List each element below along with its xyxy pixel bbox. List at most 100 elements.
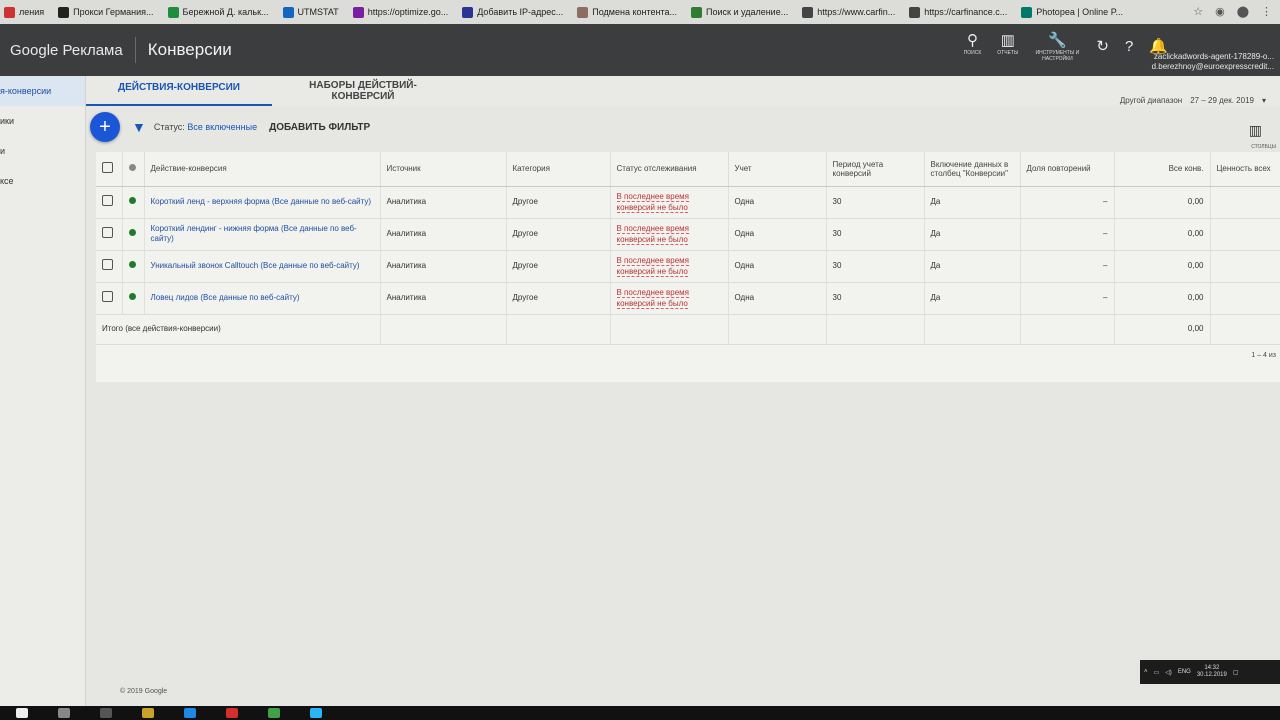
bookmark-item[interactable]: Photopea | Online P... <box>1021 6 1123 18</box>
status-filter[interactable]: Статус: Все включенные <box>154 122 257 132</box>
select-all-checkbox[interactable] <box>102 162 113 174</box>
clock-date: 30.12.2019 <box>1196 672 1227 678</box>
app-logo[interactable]: Google Реклама <box>10 42 123 59</box>
tab-conversion-actions[interactable]: ДЕЙСТВИЯ-КОНВЕРСИИ <box>86 76 272 106</box>
conversion-name-link[interactable]: Короткий лендинг - нижняя форма (Все дан… <box>151 224 357 243</box>
total-empty-cell <box>380 314 507 345</box>
telegram-icon[interactable] <box>310 708 322 718</box>
bookmark-favicon-icon <box>577 6 589 18</box>
bookmark-label: Добавить IP-адрес... <box>477 7 564 17</box>
col-header-all-conv[interactable]: Все конв. <box>1114 152 1211 187</box>
source-cell: Аналитика <box>386 293 427 302</box>
bookmark-item[interactable]: https://optimize.go... <box>352 6 448 18</box>
sidebar-item[interactable]: и <box>0 136 85 166</box>
bookmark-item[interactable]: Прокси Германия... <box>58 6 154 18</box>
columns-icon[interactable]: ▥ <box>1249 122 1262 139</box>
total-empty-cell <box>506 314 611 345</box>
volume-icon[interactable]: ◁) <box>1165 669 1172 676</box>
search-button[interactable]: ⚲ ПОИСК <box>964 32 982 56</box>
left-sidebar: я-конверсии ики и ксе <box>0 76 86 720</box>
edge-icon[interactable] <box>184 708 196 718</box>
bookmark-item[interactable]: ления <box>4 6 44 18</box>
clock[interactable]: 14:32 30.12.2019 <box>1197 665 1227 679</box>
extension-icon[interactable]: ◉ <box>1215 5 1225 18</box>
tray-chevron-icon[interactable]: ˄ <box>1144 669 1148 675</box>
col-header-include[interactable]: Включение данных в столбец "Конверсии" <box>924 152 1021 187</box>
notifications-center-icon[interactable]: ▢ <box>1233 669 1239 676</box>
account-info[interactable]: zaclickadwords-agent-178289-o... d.berez… <box>1152 52 1274 72</box>
location-icon[interactable]: ⬤ <box>1237 5 1249 18</box>
reports-button[interactable]: ▥ ОТЧЕТЫ <box>997 32 1018 56</box>
col-header-action[interactable]: Действие-конверсия <box>144 152 381 187</box>
all-conv-cell: 0,00 <box>1187 293 1204 302</box>
language-indicator[interactable]: ENG <box>1178 669 1191 675</box>
source-cell: Аналитика <box>386 261 427 270</box>
col-header-source[interactable]: Источник <box>380 152 507 187</box>
total-all-value: 0 <box>1210 314 1280 345</box>
chrome-icon[interactable] <box>268 708 280 718</box>
add-conversion-button[interactable]: + <box>90 112 120 142</box>
tab-conversion-action-sets[interactable]: НАБОРЫ ДЕЙСТВИЙ-КОНВЕРСИЙ <box>288 76 438 106</box>
table-row[interactable]: Уникальный звонок Calltouch (Все данные … <box>96 250 1280 283</box>
conversion-name-link[interactable]: Ловец лидов (Все данные по веб-сайту) <box>151 293 300 302</box>
row-checkbox[interactable] <box>102 195 113 206</box>
tools-button[interactable]: 🔧 ИНСТРУМЕНТЫ И НАСТРОЙКИ <box>1034 32 1080 62</box>
menu-icon[interactable]: ⋮ <box>1261 5 1272 18</box>
file-explorer-icon[interactable] <box>142 708 154 718</box>
search-taskbar-icon[interactable] <box>58 708 70 718</box>
include-cell-container: Да <box>924 282 1021 315</box>
star-icon[interactable]: ☆ <box>1193 5 1203 18</box>
repeat-rate-cell-container: – <box>1020 186 1115 219</box>
col-header-category[interactable]: Категория <box>506 152 611 187</box>
bookmark-item[interactable]: Поиск и удаление... <box>691 6 788 18</box>
chevron-down-icon: ▾ <box>1261 96 1266 105</box>
table-row[interactable]: Короткий лендинг - нижняя форма (Все дан… <box>96 218 1280 251</box>
bookmark-item[interactable]: Бережной Д. кальк... <box>167 6 269 18</box>
sidebar-item[interactable]: ики <box>0 106 85 136</box>
filter-icon[interactable]: ▼ <box>132 119 146 135</box>
account-email: d.berezhnoy@euroexpresscredit... <box>1151 62 1274 71</box>
bookmark-item[interactable]: https://carfinance.c... <box>909 6 1007 18</box>
task-view-icon[interactable] <box>100 708 112 718</box>
col-header-repeat-rate[interactable]: Доля повторений <box>1020 152 1115 187</box>
col-header-window[interactable]: Период учета конверсий <box>826 152 925 187</box>
all-conv-cell-container: 0,00 <box>1114 186 1211 219</box>
source-cell-container: Аналитика <box>380 186 507 219</box>
table-row[interactable]: Ловец лидов (Все данные по веб-сайту) Ана… <box>96 282 1280 315</box>
table-row[interactable]: Короткий ленд - верхняя форма (Все данны… <box>96 186 1280 219</box>
start-icon[interactable] <box>16 708 28 718</box>
row-checkbox-cell <box>96 186 123 219</box>
count-cell-container: Одна <box>728 250 827 283</box>
conversion-name-link[interactable]: Короткий ленд - верхняя форма (Все данны… <box>151 197 372 206</box>
date-range-picker[interactable]: Другой диапазон 27 – 29 дек. 2019 ▾ <box>1120 96 1266 105</box>
bookmark-favicon-icon <box>58 6 70 18</box>
tracking-status-cell-container: В последнее время конверсий не было <box>610 282 729 315</box>
row-checkbox[interactable] <box>102 259 113 270</box>
add-filter-button[interactable]: ДОБАВИТЬ ФИЛЬТР <box>269 122 370 133</box>
include-cell-container: Да <box>924 186 1021 219</box>
sidebar-item[interactable]: я-конверсии <box>0 76 85 106</box>
col-header-tracking-status[interactable]: Статус отслеживания <box>610 152 729 187</box>
refresh-button[interactable]: ↻ <box>1096 32 1109 56</box>
bookmark-item[interactable]: https://www.carfin... <box>802 6 895 18</box>
source-cell: Аналитика <box>386 229 427 238</box>
row-status-cell <box>122 282 145 315</box>
bookmark-favicon-icon <box>167 6 179 18</box>
source-cell-container: Аналитика <box>380 218 507 251</box>
bookmark-item[interactable]: Добавить IP-адрес... <box>462 6 564 18</box>
sidebar-item[interactable]: ксе <box>0 166 85 196</box>
help-button[interactable]: ? <box>1125 32 1133 56</box>
copyright-footer: © 2019 Google <box>120 688 168 695</box>
yandex-browser-icon[interactable] <box>226 708 238 718</box>
bookmark-item[interactable]: UTMSTAT <box>282 6 339 18</box>
bookmark-item[interactable]: Подмена контента... <box>577 6 677 18</box>
bookmark-favicon-icon <box>4 6 15 18</box>
col-header-count[interactable]: Учет <box>728 152 827 187</box>
conversion-name-link[interactable]: Уникальный звонок Calltouch (Все данные … <box>151 261 360 270</box>
col-header-all-value[interactable]: Ценность всех <box>1210 152 1280 187</box>
row-checkbox[interactable] <box>102 291 113 302</box>
tracking-status-cell: В последнее время конверсий не было <box>616 288 689 309</box>
network-icon[interactable]: ▭ <box>1154 669 1160 676</box>
row-checkbox[interactable] <box>102 227 113 238</box>
window-cell-container: 30 <box>826 218 925 251</box>
